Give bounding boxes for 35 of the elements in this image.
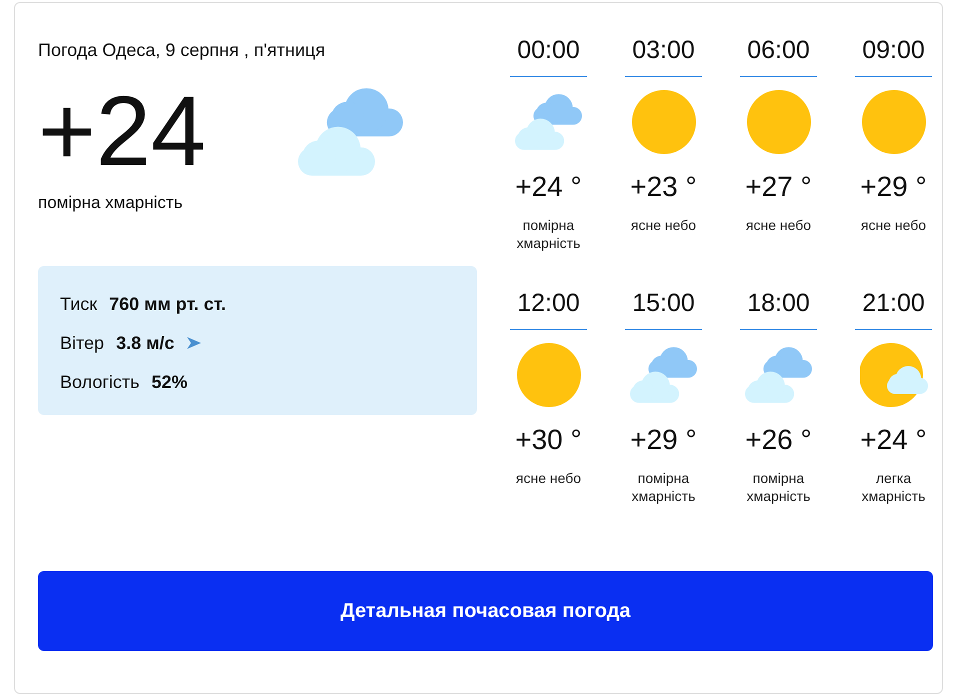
detail-label: Вологість: [60, 371, 140, 394]
hour-condition: ясне небо: [860, 216, 926, 234]
detail-label: Тиск: [60, 293, 98, 316]
hour-time: 12:00: [517, 289, 580, 317]
detailed-forecast-button[interactable]: Детальная почасовая погода: [38, 571, 933, 651]
hour-time: 21:00: [862, 289, 925, 317]
hour-condition: легка хмарність: [860, 469, 926, 505]
hour-condition: ясне небо: [746, 216, 812, 234]
current-condition: помірна хмарність: [38, 192, 183, 214]
hour-temperature: +24 °: [515, 171, 582, 203]
hour-time: 00:00: [517, 36, 580, 64]
hour-temperature: +30 °: [515, 424, 582, 456]
hour-condition: помірна хмарність: [630, 469, 696, 505]
hour-time: 18:00: [747, 289, 810, 317]
hour-temperature: +23 °: [630, 171, 697, 203]
hour-time: 06:00: [747, 36, 810, 64]
detail-value: 760 мм рт. ст.: [109, 293, 226, 316]
detail-label: Вітер: [60, 332, 104, 355]
hour-condition: помірна хмарність: [516, 216, 582, 252]
hour-temperature: +29 °: [630, 424, 697, 456]
hour-temperature: +27 °: [745, 171, 812, 203]
hour-temperature: +24 °: [860, 424, 927, 456]
hour-time: 09:00: [862, 36, 925, 64]
hour-time: 03:00: [632, 36, 695, 64]
hour-time: 15:00: [632, 289, 695, 317]
detail-value: 3.8 м/с: [116, 332, 174, 355]
detail-value: 52%: [152, 371, 188, 394]
hour-temperature: +26 °: [745, 424, 812, 456]
arrow-icon: [187, 337, 202, 349]
hour-condition: помірна хмарність: [746, 469, 812, 505]
hour-temperature: +29 °: [860, 171, 927, 203]
hour-condition: ясне небо: [630, 216, 696, 234]
location-date-title: Погода Одеса, 9 серпня , п'ятниця: [38, 39, 326, 61]
hour-condition: ясне небо: [516, 469, 582, 487]
current-temperature: +24: [38, 81, 206, 181]
